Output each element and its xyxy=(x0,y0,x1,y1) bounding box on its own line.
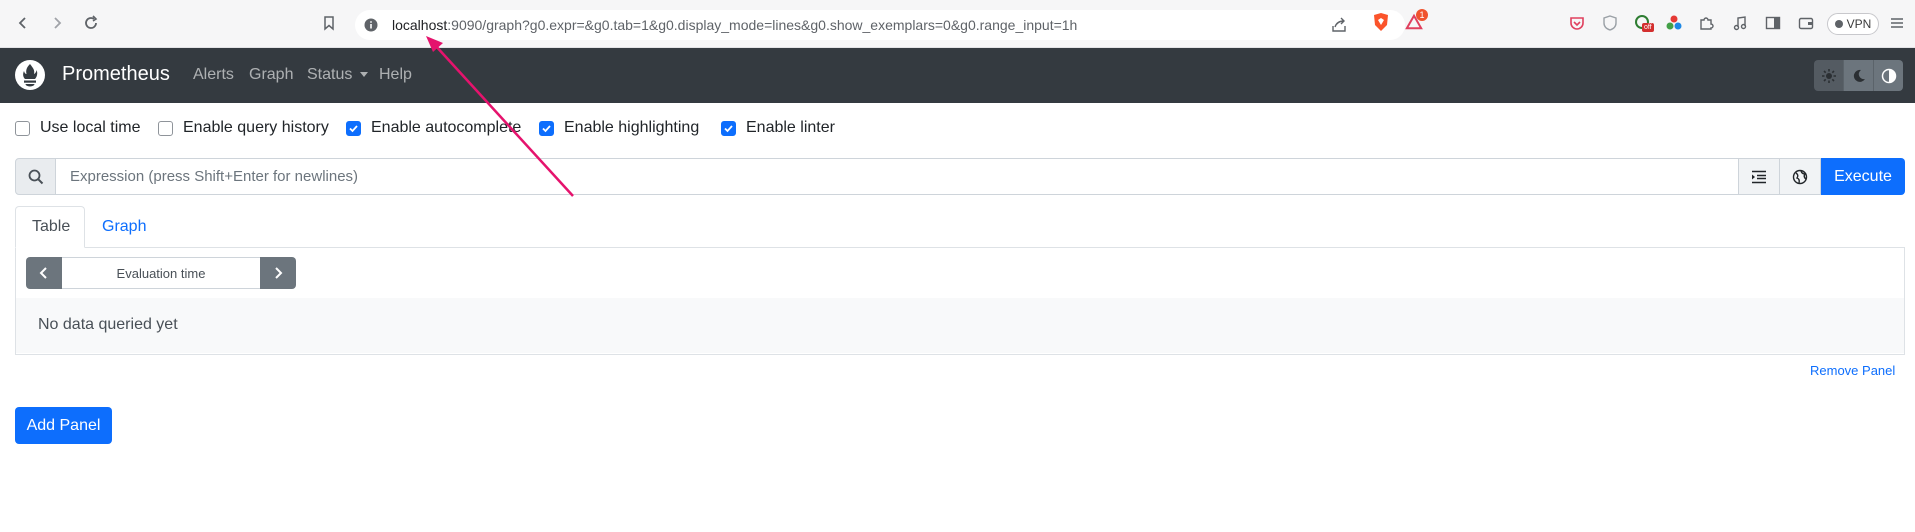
media-music-icon[interactable] xyxy=(1731,14,1749,32)
expression-input-group: Execute xyxy=(15,158,1905,195)
theme-toggle-group xyxy=(1814,60,1903,91)
browser-menu-icon[interactable] xyxy=(1888,14,1906,32)
rewards-count-badge: 1 xyxy=(1416,9,1428,21)
nav-link-graph[interactable]: Graph xyxy=(249,66,293,84)
nav-link-status-label: Status xyxy=(307,66,353,83)
use-local-time-checkbox[interactable] xyxy=(15,120,30,136)
pocket-icon[interactable] xyxy=(1568,14,1586,32)
vpn-status-icon xyxy=(1834,20,1843,28)
brand-title[interactable]: Prometheus xyxy=(62,63,170,86)
nav-link-alerts[interactable]: Alerts xyxy=(193,66,234,84)
browser-toolbar: localhost:9090/graph?g0.expr=&g0.tab=1&g… xyxy=(0,0,1915,48)
sidebar-toggle-icon[interactable] xyxy=(1764,14,1782,32)
color-picker-icon[interactable] xyxy=(1665,14,1683,32)
moon-icon xyxy=(1853,69,1865,82)
chevron-right-icon xyxy=(275,267,283,279)
address-bar[interactable]: localhost:9090/graph?g0.expr=&g0.tab=1&g… xyxy=(355,10,1405,40)
linter-label: Enable linter xyxy=(746,119,835,136)
use-local-time-option[interactable]: Use local time xyxy=(15,119,140,137)
expression-input[interactable] xyxy=(56,158,1739,195)
light-theme-button[interactable] xyxy=(1814,60,1844,91)
autocomplete-option[interactable]: Enable autocomplete xyxy=(346,119,521,137)
tab-table[interactable]: Table xyxy=(15,206,85,248)
app-navbar: Prometheus Alerts Graph Status Help xyxy=(0,48,1915,103)
vpn-label: VPN xyxy=(1846,17,1872,31)
extension-off-badge: off xyxy=(1642,23,1654,32)
evaluation-time-input[interactable] xyxy=(62,257,260,289)
nav-link-status[interactable]: Status xyxy=(307,66,368,84)
tab-graph[interactable]: Graph xyxy=(86,206,162,248)
linter-option[interactable]: Enable linter xyxy=(721,119,835,137)
dark-theme-button[interactable] xyxy=(1844,60,1874,91)
indent-icon xyxy=(1752,170,1766,183)
highlighting-option[interactable]: Enable highlighting xyxy=(539,119,699,137)
evaluation-time-picker xyxy=(26,257,296,289)
caret-down-icon xyxy=(359,72,368,78)
brave-shields-icon[interactable] xyxy=(1372,13,1390,31)
time-back-button[interactable] xyxy=(26,257,62,289)
prometheus-logo-icon[interactable] xyxy=(14,59,46,91)
extensions-puzzle-icon[interactable] xyxy=(1697,14,1715,32)
highlighting-checkbox[interactable] xyxy=(539,120,554,136)
use-local-time-label: Use local time xyxy=(40,119,141,136)
query-history-checkbox[interactable] xyxy=(158,120,173,136)
query-history-option[interactable]: Enable query history xyxy=(158,119,329,137)
autocomplete-label: Enable autocomplete xyxy=(371,119,522,136)
url-text: localhost:9090/graph?g0.expr=&g0.tab=1&g… xyxy=(392,17,1078,33)
extension-off-icon[interactable]: off xyxy=(1634,14,1654,32)
wallet-icon[interactable] xyxy=(1797,14,1815,32)
search-icon xyxy=(15,158,56,195)
autocomplete-checkbox[interactable] xyxy=(346,120,361,136)
globe-icon xyxy=(1792,169,1808,184)
time-forward-button[interactable] xyxy=(260,257,296,289)
linter-checkbox[interactable] xyxy=(721,120,736,136)
forward-icon[interactable] xyxy=(46,12,68,34)
query-panel: No data queried yet xyxy=(15,247,1905,355)
chevron-left-icon xyxy=(39,267,47,279)
bookmark-icon[interactable] xyxy=(318,12,340,34)
results-table: No data queried yet xyxy=(16,298,1904,353)
privacy-shield-icon[interactable] xyxy=(1601,14,1619,32)
nav-link-help[interactable]: Help xyxy=(379,66,412,84)
format-expression-button[interactable] xyxy=(1739,158,1780,195)
brave-rewards-icon[interactable]: 1 xyxy=(1405,9,1428,31)
back-icon[interactable] xyxy=(12,12,34,34)
auto-theme-button[interactable] xyxy=(1874,60,1903,91)
metrics-explorer-button[interactable] xyxy=(1780,158,1821,195)
sun-icon xyxy=(1821,68,1836,83)
reload-icon[interactable] xyxy=(80,12,102,34)
vpn-button[interactable]: VPN xyxy=(1827,13,1879,35)
contrast-icon xyxy=(1881,68,1896,83)
query-history-label: Enable query history xyxy=(183,119,329,136)
share-icon[interactable] xyxy=(1331,17,1347,38)
site-info-icon[interactable] xyxy=(364,18,378,37)
highlighting-label: Enable highlighting xyxy=(564,119,700,136)
remove-panel-link[interactable]: Remove Panel xyxy=(1810,363,1895,378)
no-data-message: No data queried yet xyxy=(38,316,178,333)
add-panel-button[interactable]: Add Panel xyxy=(15,407,112,444)
execute-button[interactable]: Execute xyxy=(1821,158,1905,195)
